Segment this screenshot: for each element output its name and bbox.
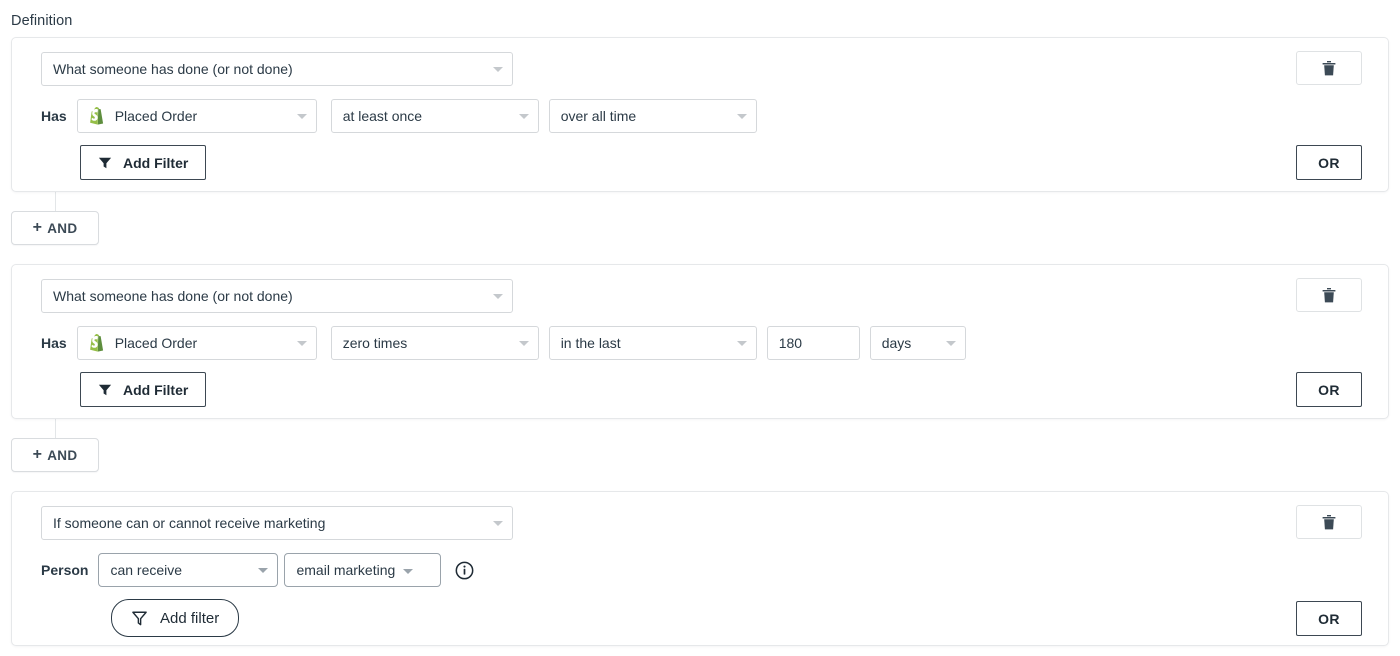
duration-unit-value: days	[882, 335, 912, 351]
condition-card-2: What someone has done (or not done) Has …	[11, 264, 1389, 419]
filter-outline-icon	[131, 610, 148, 627]
chevron-down-icon	[403, 569, 413, 574]
trash-icon	[1322, 288, 1336, 303]
condition-row-2: Has Placed Order zero times in the last	[41, 326, 966, 360]
or-button-1[interactable]: OR	[1296, 145, 1362, 180]
shopify-icon	[89, 107, 106, 126]
frequency-value-2: zero times	[343, 335, 408, 351]
condition-row-1: Has Placed Order at least once over all …	[41, 99, 757, 133]
channel-value: email marketing	[296, 562, 395, 578]
condition-prefix-label-2: Has	[41, 335, 67, 351]
frequency-select-1[interactable]: at least once	[331, 99, 539, 133]
add-filter-button-1[interactable]: Add Filter	[80, 145, 206, 180]
chevron-down-icon	[493, 67, 503, 72]
add-filter-button-3[interactable]: Add filter	[111, 599, 239, 637]
condition-card-3: If someone can or cannot receive marketi…	[11, 491, 1389, 646]
or-label-3: OR	[1318, 611, 1340, 627]
chevron-down-icon	[493, 521, 503, 526]
add-filter-label-1: Add Filter	[123, 155, 188, 171]
chevron-down-icon	[946, 341, 956, 346]
condition-type-value-2: What someone has done (or not done)	[53, 288, 293, 304]
timeframe-value-1: over all time	[561, 108, 636, 124]
metric-select-1[interactable]: Placed Order	[77, 99, 317, 133]
or-button-2[interactable]: OR	[1296, 372, 1362, 407]
metric-value-2: Placed Order	[115, 335, 197, 351]
condition-type-value-3: If someone can or cannot receive marketi…	[53, 515, 325, 531]
condition-card-1: What someone has done (or not done) Has …	[11, 37, 1389, 192]
add-filter-row-2: Add Filter	[80, 372, 206, 407]
or-label-1: OR	[1318, 155, 1340, 171]
condition-type-select-3[interactable]: If someone can or cannot receive marketi…	[41, 506, 513, 540]
info-circle-icon[interactable]	[455, 561, 474, 580]
filter-filled-icon	[98, 383, 112, 397]
chevron-down-icon	[297, 114, 307, 119]
delete-condition-button-2[interactable]	[1296, 278, 1362, 312]
add-filter-row-3: Add filter	[111, 599, 239, 637]
metric-select-2[interactable]: Placed Order	[77, 326, 317, 360]
chevron-down-icon	[737, 114, 747, 119]
plus-icon: +	[33, 220, 43, 236]
chevron-down-icon	[737, 341, 747, 346]
duration-input[interactable]: 180	[767, 326, 860, 360]
delete-condition-button-3[interactable]	[1296, 505, 1362, 539]
add-and-group-button-2[interactable]: + AND	[11, 438, 99, 472]
or-button-3[interactable]: OR	[1296, 601, 1362, 636]
timeframe-select-2[interactable]: in the last	[549, 326, 757, 360]
and-label-2: AND	[47, 448, 77, 463]
frequency-value-1: at least once	[343, 108, 422, 124]
chevron-down-icon	[519, 114, 529, 119]
condition-prefix-label-1: Has	[41, 108, 67, 124]
condition-row-3: Person can receive email marketing	[41, 553, 474, 587]
condition-type-row-1: What someone has done (or not done)	[41, 52, 513, 86]
add-filter-label-3: Add filter	[160, 610, 219, 627]
condition-type-select-1[interactable]: What someone has done (or not done)	[41, 52, 513, 86]
trash-icon	[1322, 61, 1336, 76]
chevron-down-icon	[258, 568, 268, 573]
duration-value: 180	[779, 335, 802, 351]
timeframe-select-1[interactable]: over all time	[549, 99, 757, 133]
duration-unit-select[interactable]: days	[870, 326, 966, 360]
definition-label: Definition	[11, 13, 72, 29]
consent-state-value: can receive	[110, 562, 182, 578]
metric-value-1: Placed Order	[115, 108, 197, 124]
or-label-2: OR	[1318, 382, 1340, 398]
chevron-down-icon	[519, 341, 529, 346]
chevron-down-icon	[297, 341, 307, 346]
chevron-down-icon	[493, 294, 503, 299]
add-filter-label-2: Add Filter	[123, 382, 188, 398]
consent-state-select[interactable]: can receive	[98, 553, 278, 587]
plus-icon: +	[33, 447, 43, 463]
condition-type-select-2[interactable]: What someone has done (or not done)	[41, 279, 513, 313]
condition-type-value-1: What someone has done (or not done)	[53, 61, 293, 77]
and-label-1: AND	[47, 221, 77, 236]
add-and-group-button-1[interactable]: + AND	[11, 211, 99, 245]
timeframe-value-2: in the last	[561, 335, 621, 351]
shopify-icon	[89, 334, 106, 353]
condition-prefix-label-3: Person	[41, 562, 88, 578]
trash-icon	[1322, 515, 1336, 530]
delete-condition-button-1[interactable]	[1296, 51, 1362, 85]
segment-definition-builder: Definition What someone has done (or not…	[0, 0, 1400, 656]
frequency-select-2[interactable]: zero times	[331, 326, 539, 360]
condition-type-row-3: If someone can or cannot receive marketi…	[41, 506, 513, 540]
add-filter-button-2[interactable]: Add Filter	[80, 372, 206, 407]
add-filter-row-1: Add Filter	[80, 145, 206, 180]
filter-filled-icon	[98, 156, 112, 170]
condition-type-row-2: What someone has done (or not done)	[41, 279, 513, 313]
channel-select[interactable]: email marketing	[284, 553, 441, 587]
